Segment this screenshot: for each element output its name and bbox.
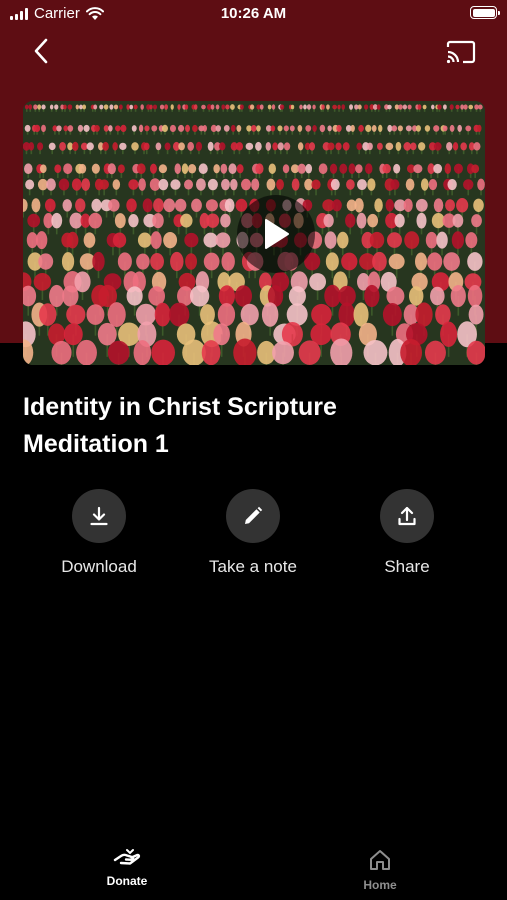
cast-button[interactable] <box>445 38 477 66</box>
share-icon <box>398 506 416 526</box>
home-icon <box>370 850 390 870</box>
download-icon <box>90 506 108 526</box>
play-icon <box>265 219 289 249</box>
tab-bar: Donate Home <box>0 840 507 900</box>
tab-home-label: Home <box>363 878 397 892</box>
take-note-label: Take a note <box>209 557 297 576</box>
tab-donate-label: Donate <box>106 874 148 888</box>
take-note-circle[interactable] <box>226 489 280 543</box>
pencil-icon <box>245 506 263 524</box>
hero-image[interactable] <box>23 101 485 365</box>
cast-icon <box>446 40 476 64</box>
status-time: 10:26 AM <box>220 5 287 22</box>
download-label: Download <box>61 557 137 576</box>
play-button[interactable] <box>237 195 315 273</box>
status-bar: Carrier 10:26 AM <box>0 0 507 28</box>
chevron-left-icon <box>34 38 48 64</box>
download-button[interactable]: Download <box>24 489 174 577</box>
back-button[interactable] <box>26 36 56 66</box>
download-circle[interactable] <box>72 489 126 543</box>
share-button[interactable]: Share <box>332 489 482 577</box>
share-circle[interactable] <box>380 489 434 543</box>
tab-donate[interactable]: Donate <box>67 848 187 888</box>
tab-home[interactable]: Home <box>320 848 440 892</box>
take-note-button[interactable]: Take a note <box>178 489 328 577</box>
action-row: Download Take a note Share <box>0 489 507 589</box>
share-label: Share <box>384 557 430 576</box>
donate-icon <box>113 849 141 865</box>
battery-icon <box>470 6 500 19</box>
page-title: Identity in Christ Scripture Meditation … <box>23 393 337 458</box>
